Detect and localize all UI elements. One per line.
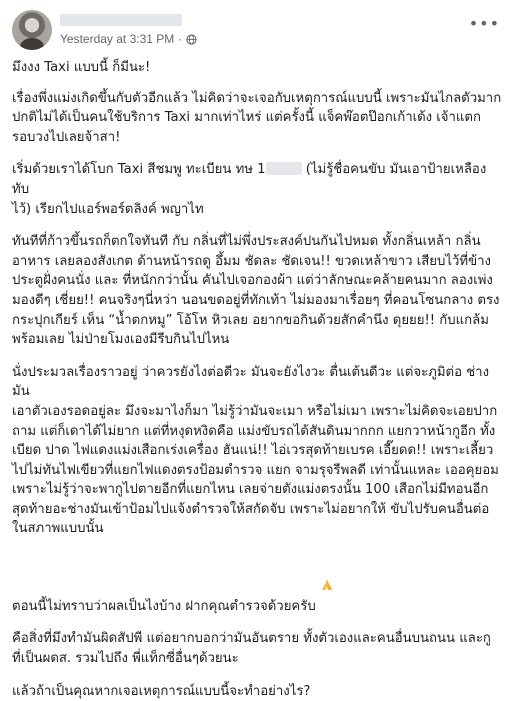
more-options-icon[interactable]: ••• [469, 16, 500, 32]
paragraph-4: นั่งประมวลเรื่องราวอยู่ ว่าควรยังไงต่อดี… [12, 363, 502, 617]
post-meta: Yesterday at 3:31 PM · [60, 10, 197, 46]
paragraph-5: คือสิ่งที่มึงทำมันผิดสัปพี แต่อยากบอกว่า… [12, 631, 491, 667]
plate-redaction [265, 162, 302, 176]
timestamp[interactable]: Yesterday at 3:31 PM [60, 32, 174, 46]
paragraph-2: เริ่มด้วยเราได้โบก Taxi สีชมพู ทะเบียน ท… [12, 160, 502, 219]
author-name-redacted[interactable] [60, 14, 182, 26]
post-title: มึงงง Taxi แบบนี้ ก็มีนะ! [12, 60, 151, 75]
folded-hands-icon [320, 539, 334, 591]
paragraph-4-last: ตอนนี้ไม่ทราบว่าผลเป็นไงบ้าง ฝากคุณตำรวจ… [12, 598, 316, 614]
post-body: มึงงง Taxi แบบนี้ ก็มีนะ! เรื่องพึ่งแม่ง… [12, 58, 502, 701]
paragraph-4-main: นั่งประมวลเรื่องราวอยู่ ว่าควรยังไงต่อดี… [12, 364, 499, 537]
paragraph-2-start: เริ่มด้วยเราได้โบก Taxi สีชมพู ทะเบียน ท… [12, 162, 266, 178]
separator-dot: · [178, 32, 183, 46]
paragraph-1: เรื่องพึ่งแม่งเกิดขึ้นกับตัวอีกแล้ว ไม่ค… [12, 90, 502, 145]
facebook-post: Yesterday at 3:31 PM · ••• มึงงง Taxi แบ… [0, 0, 514, 699]
paragraph-3: ทันทีที่ก้าวขึ้นรถก็ตกใจทันที กับ กลิ่นท… [12, 234, 500, 348]
globe-icon[interactable] [186, 33, 197, 45]
avatar[interactable] [12, 10, 52, 50]
timestamp-row: Yesterday at 3:31 PM · [60, 32, 197, 46]
post-header: Yesterday at 3:31 PM · ••• [12, 10, 502, 54]
paragraph-6: แล้วถ้าเป็นคุณหากเจอเหตุการณ์แบบนี้จะทำอ… [12, 683, 311, 699]
